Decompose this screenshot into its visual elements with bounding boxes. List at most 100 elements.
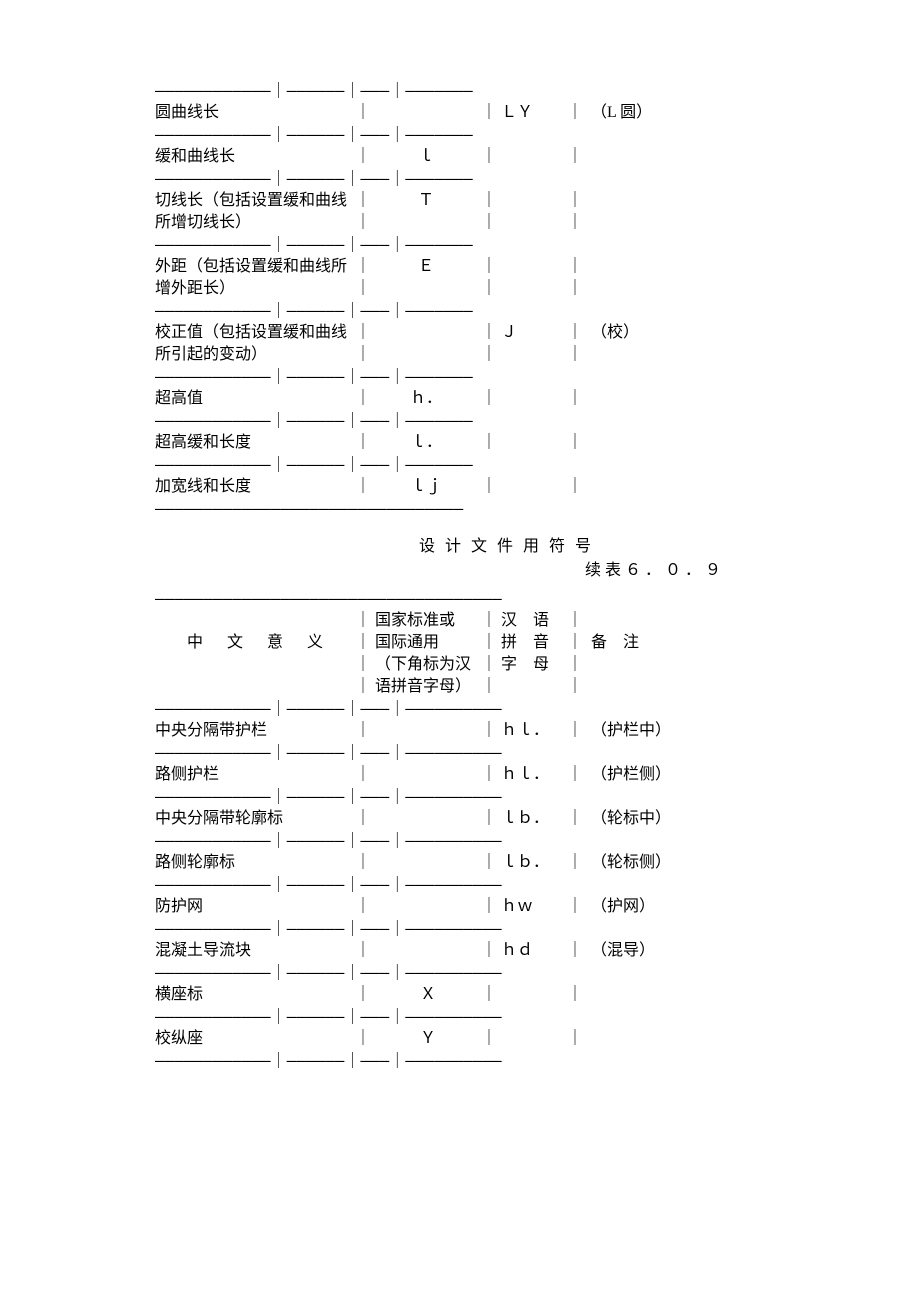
col-sep: ｜ (355, 720, 371, 742)
row-divider: ————————————｜——————｜———｜——————— (155, 454, 765, 476)
header-cell: 拼 音 (497, 632, 567, 654)
row-divider: ————————————｜——————｜———｜——————— (155, 410, 765, 432)
col-sep: ｜ (481, 146, 497, 168)
header-cell: 国家标准或 (371, 610, 481, 632)
table-row: 校正值（包括设置缓和曲线 ｜ ｜ Ｊ ｜ （校） (155, 322, 765, 344)
col-sep: ｜ (567, 190, 583, 212)
col-sep: ｜ (355, 610, 371, 632)
col-sep: ｜ (355, 940, 371, 962)
cell-py: Ｊ (497, 322, 567, 344)
table-row: 加宽线和长度 ｜ ｌｊ ｜ ｜ (155, 476, 765, 498)
col-sep: ｜ (355, 344, 371, 366)
cell-note (583, 1028, 753, 1050)
col-sep: ｜ (567, 720, 583, 742)
cell-py (497, 476, 567, 498)
section-title: 设计文件用符号 (155, 532, 765, 556)
col-sep: ｜ (355, 984, 371, 1006)
cell-std (371, 896, 481, 918)
col-sep: ｜ (481, 764, 497, 786)
col-sep: ｜ (481, 432, 497, 454)
col-sep: ｜ (355, 632, 371, 654)
cell-py (497, 388, 567, 410)
col-sep: ｜ (355, 1028, 371, 1050)
col-sep: ｜ (481, 984, 497, 1006)
header-cell: 国际通用 (371, 632, 481, 654)
cell-py: ｈｗ (497, 896, 567, 918)
col-sep: ｜ (567, 432, 583, 454)
cell-name: 路侧护栏 (155, 764, 355, 786)
col-sep: ｜ (567, 676, 583, 698)
cell-name: 圆曲线长 (155, 102, 355, 124)
cell-note: （护网） (583, 896, 753, 918)
cell-std (371, 852, 481, 874)
col-sep: ｜ (355, 190, 371, 212)
header-cell (583, 676, 753, 698)
col-sep: ｜ (481, 1028, 497, 1050)
cell-py: ｌｂ． (497, 852, 567, 874)
cell-py (497, 432, 567, 454)
table-row: 路侧护栏｜｜ｈｌ．｜（护栏侧） (155, 764, 765, 786)
table-row: 超高值 ｜ ｈ． ｜ ｜ (155, 388, 765, 410)
col-sep: ｜ (481, 654, 497, 676)
header-cell (155, 610, 355, 632)
cell-note: （轮标侧） (583, 852, 753, 874)
table-row: 防护网｜｜ｈｗ｜（护网） (155, 896, 765, 918)
table-1: ————————————｜——————｜———｜——————— 圆曲线长 ｜ ｜… (155, 80, 765, 520)
header-cell: 备 注 (583, 632, 753, 654)
table-row: 中央分隔带轮廓标｜｜ｌｂ．｜（轮标中） (155, 808, 765, 830)
col-sep: ｜ (481, 808, 497, 830)
cell-name: 切线长（包括设置缓和曲线 (155, 190, 355, 212)
row-divider: ———————————————————————————————————— (155, 588, 765, 610)
col-sep: ｜ (567, 278, 583, 300)
header-cell (155, 654, 355, 676)
header-cell (583, 654, 753, 676)
cell-std (371, 940, 481, 962)
cell-note (583, 388, 753, 410)
cell-name: 外距（包括设置缓和曲线所 (155, 256, 355, 278)
col-sep: ｜ (481, 610, 497, 632)
row-divider: ————————————｜——————｜———｜——————— (155, 168, 765, 190)
cell-name: 校正值（包括设置缓和曲线 (155, 322, 355, 344)
cell-std: Ｅ (371, 256, 481, 278)
col-sep: ｜ (567, 654, 583, 676)
table-row: 所引起的变动） ｜ ｜ ｜ (155, 344, 765, 366)
cell-note (583, 190, 753, 212)
col-sep: ｜ (567, 388, 583, 410)
col-sep: ｜ (567, 344, 583, 366)
row-divider: ————————————｜——————｜———｜—————————— (155, 830, 765, 852)
cell-py (497, 984, 567, 1006)
table-row: 切线长（包括设置缓和曲线 ｜ Ｔ ｜ ｜ (155, 190, 765, 212)
cell-name: 加宽线和长度 (155, 476, 355, 498)
row-divider: ————————————｜——————｜———｜—————————— (155, 742, 765, 764)
row-divider: ————————————｜——————｜———｜——————— (155, 124, 765, 146)
col-sep: ｜ (567, 764, 583, 786)
cell-std: ｌｊ (371, 476, 481, 498)
cell-std (371, 720, 481, 742)
col-sep: ｜ (355, 322, 371, 344)
cell-note: （护栏侧） (583, 764, 753, 786)
cell-name: 中央分隔带轮廓标 (155, 808, 355, 830)
col-sep: ｜ (567, 896, 583, 918)
table-row: 缓和曲线长 ｜ ｌ ｜ ｜ (155, 146, 765, 168)
header-cell: （下角标为汉 (371, 654, 481, 676)
row-divider: ————————————｜——————｜———｜—————————— (155, 874, 765, 896)
col-sep: ｜ (567, 852, 583, 874)
col-sep: ｜ (355, 212, 371, 234)
col-sep: ｜ (481, 476, 497, 498)
cell-py: ｈｄ (497, 940, 567, 962)
cell-note (583, 278, 753, 300)
row-divider: ————————————｜——————｜———｜—————————— (155, 698, 765, 720)
table-row: 路侧轮廓标｜｜ｌｂ．｜（轮标侧） (155, 852, 765, 874)
table-row: 圆曲线长 ｜ ｜ ＬＹ ｜ （L 圆） (155, 102, 765, 124)
row-divider: ————————————｜——————｜———｜——————— (155, 80, 765, 102)
header-cell (583, 610, 753, 632)
cell-py: ｈｌ． (497, 764, 567, 786)
cell-name: 超高值 (155, 388, 355, 410)
cell-name: 中央分隔带护栏 (155, 720, 355, 742)
header-cell: 中文意义 (155, 632, 355, 654)
col-sep: ｜ (481, 896, 497, 918)
col-sep: ｜ (567, 984, 583, 1006)
cell-std (371, 278, 481, 300)
cell-std: ｌ (371, 146, 481, 168)
row-divider: ————————————｜——————｜———｜—————————— (155, 786, 765, 808)
